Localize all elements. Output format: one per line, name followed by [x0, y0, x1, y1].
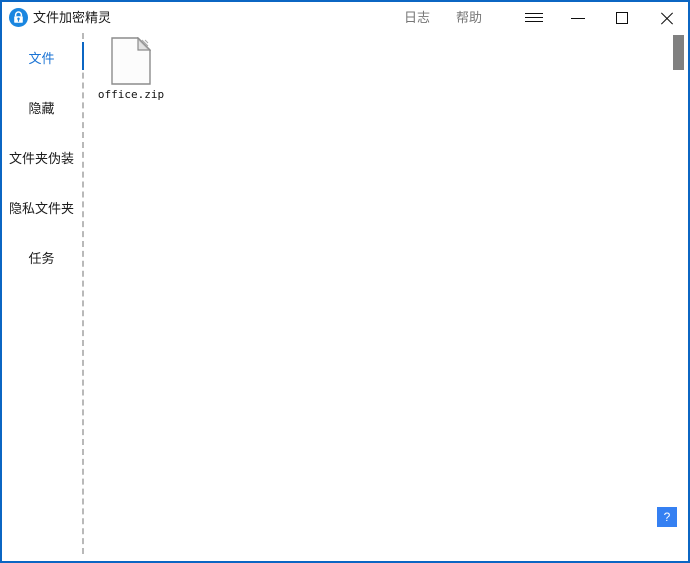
sidebar-item-folder-disguise[interactable]: 文件夹伪装: [2, 146, 81, 172]
scrollbar-thumb[interactable]: [673, 35, 684, 70]
file-name-label: office.zip: [97, 88, 165, 101]
menu-item-log[interactable]: 日志: [398, 2, 436, 33]
sidebar-active-indicator: [82, 42, 84, 70]
app-window: 文件加密精灵 日志 帮助 文件 隐藏 文件夹伪装 隐私文件夹 任务 office…: [0, 0, 690, 563]
sidebar: 文件 隐藏 文件夹伪装 隐私文件夹 任务: [2, 33, 81, 561]
sidebar-item-private-folder[interactable]: 隐私文件夹: [2, 196, 81, 222]
lock-circle-icon: [9, 8, 28, 27]
window-title: 文件加密精灵: [33, 10, 112, 25]
sidebar-item-tasks[interactable]: 任务: [2, 246, 81, 272]
file-grid: office.zip: [85, 33, 173, 109]
minimize-button[interactable]: [556, 2, 600, 33]
sidebar-item-files[interactable]: 文件: [2, 46, 81, 72]
close-button[interactable]: [644, 2, 688, 33]
help-button[interactable]: ?: [657, 507, 677, 527]
maximize-icon: [616, 12, 628, 24]
maximize-button[interactable]: [600, 2, 644, 33]
title-bar: 文件加密精灵 日志 帮助: [2, 2, 688, 33]
hamburger-menu-button[interactable]: [512, 2, 556, 33]
window-body: 文件 隐藏 文件夹伪装 隐私文件夹 任务 office.zip: [2, 33, 688, 561]
menu-item-help[interactable]: 帮助: [450, 2, 488, 33]
sidebar-divider-dashed: [82, 33, 84, 554]
hamburger-icon: [525, 13, 543, 14]
sidebar-item-hide[interactable]: 隐藏: [2, 96, 81, 122]
generic-document-icon: [111, 36, 152, 85]
list-item[interactable]: office.zip: [89, 36, 173, 109]
titlebar-right-group: 日志 帮助: [398, 2, 688, 33]
close-icon: [660, 12, 673, 25]
minimize-icon: [571, 18, 585, 19]
vertical-scrollbar[interactable]: [671, 33, 688, 561]
file-list-area[interactable]: office.zip: [85, 33, 671, 561]
